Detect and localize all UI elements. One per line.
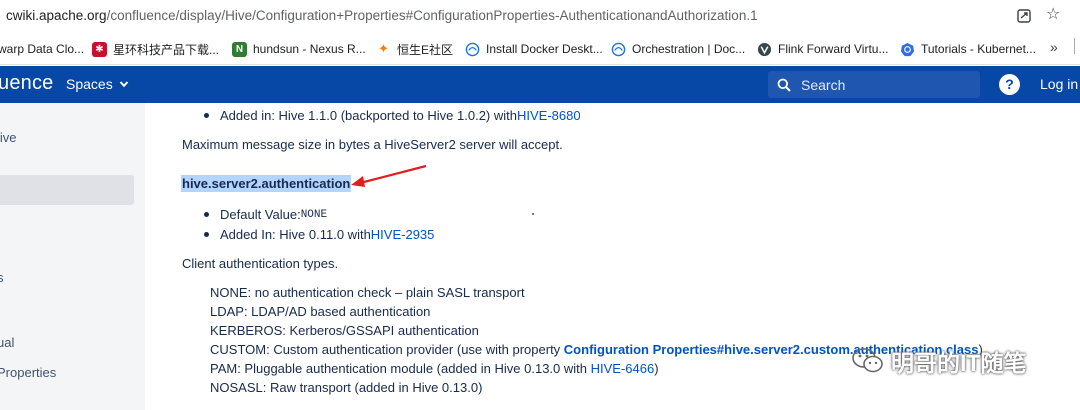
bookmark-label: Tutorials - Kubernet... <box>921 42 1036 56</box>
watermark-text: 明哥的IT随笔 <box>891 350 1027 376</box>
bookmark-label: warp Data Clo... <box>0 42 85 56</box>
globe-icon <box>611 42 626 56</box>
auth-types-description: Client authentication types. <box>182 256 339 271</box>
bullet-icon <box>204 113 209 118</box>
nexus-n-icon: N <box>232 41 247 57</box>
spaces-label: Spaces <box>66 76 113 92</box>
bookmark-item[interactable]: Flink Forward Virtu... <box>757 40 888 58</box>
added-in-text: Added In: Hive 0.11.0 with <box>220 227 371 242</box>
property-name-highlighted: hive.server2.authentication <box>181 175 352 192</box>
max-message-description: Maximum message size in bytes a HiveServ… <box>182 137 563 152</box>
kubernetes-icon <box>900 42 915 56</box>
bookmark-item[interactable]: warp Data Clo... <box>0 40 84 58</box>
list-item: Default Value: NONE <box>204 207 327 222</box>
sidebar-item-space-home[interactable]: live <box>0 130 17 145</box>
bullet-icon <box>204 212 209 217</box>
bookmark-item[interactable]: Tutorials - Kubernet... <box>900 40 1036 58</box>
star-logo-icon: ✱ <box>92 41 107 57</box>
bookmark-label: 星环科技产品下载... <box>113 42 220 57</box>
bookmark-item[interactable]: Install Docker Deskt... <box>465 40 603 58</box>
bullet-icon <box>204 232 209 237</box>
auth-type-kerberos: KERBEROS: Kerberos/GSSAPI authentication <box>210 323 479 338</box>
help-icon[interactable]: ? <box>999 74 1020 95</box>
sidebar-item-manual[interactable]: ual <box>0 335 14 350</box>
added-in-text: Added in: Hive 1.1.0 (backported to Hive… <box>220 108 517 123</box>
more-bookmarks-button[interactable]: » <box>1050 39 1058 55</box>
default-value-label: Default Value: <box>220 207 301 222</box>
url-text[interactable]: cwiki.apache.org/confluence/display/Hive… <box>6 8 758 23</box>
bookmark-item[interactable]: N hundsun - Nexus R... <box>232 40 366 58</box>
bookmark-label: 恒生E社区 <box>397 42 454 57</box>
auth-type-ldap: LDAP: LDAP/AD based authentication <box>210 304 431 319</box>
flink-v-icon <box>757 42 772 56</box>
url-path: /confluence/display/Hive/Configuration+P… <box>106 8 758 23</box>
bookmark-label: Flink Forward Virtu... <box>778 42 889 56</box>
list-item: Added In: Hive 0.11.0 with HIVE-2935 <box>204 227 434 242</box>
bookmarks-divider <box>1074 38 1075 54</box>
bookmark-item[interactable]: ✦ 恒生E社区 <box>376 40 453 58</box>
bookmarks-bar: warp Data Clo... ✱ 星环科技产品下载... N hundsun… <box>0 32 1080 65</box>
sidebar-item-blog[interactable]: s <box>0 270 4 285</box>
pam-prefix: PAM: Pluggable authentication module (ad… <box>210 361 591 376</box>
search-icon <box>777 78 791 92</box>
login-link[interactable]: Log in <box>1040 76 1078 92</box>
custom-prefix: CUSTOM: Custom authentication provider (… <box>210 342 564 357</box>
auth-type-none: NONE: no authentication check – plain SA… <box>210 285 525 300</box>
red-arrow-annotation-icon <box>351 164 427 187</box>
confluence-header: uence Spaces ? Log in <box>0 66 1080 103</box>
chevron-down-icon <box>119 81 128 88</box>
wechat-icon <box>852 348 883 373</box>
bookmark-label: hundsun - Nexus R... <box>253 42 366 56</box>
jira-link-hive-2935[interactable]: HIVE-2935 <box>371 227 435 242</box>
browser-address-bar[interactable]: cwiki.apache.org/confluence/display/Hive… <box>0 0 1080 32</box>
confluence-logo[interactable]: uence <box>0 72 54 95</box>
spaces-menu-button[interactable]: Spaces <box>66 76 129 92</box>
bookmark-item[interactable]: ✱ 星环科技产品下载... <box>92 40 219 58</box>
bookmark-label: Orchestration | Doc... <box>632 42 746 56</box>
sidebar-item-configuration-properties[interactable]: Properties <box>0 365 56 380</box>
jira-link-hive-6466[interactable]: HIVE-6466 <box>591 361 655 376</box>
sidebar-item-active[interactable] <box>0 175 134 205</box>
search-box[interactable] <box>768 71 980 98</box>
bookmark-label: Install Docker Deskt... <box>486 42 603 56</box>
property-heading: hive.server2.authentication <box>181 175 352 192</box>
auth-type-nosasl: NOSASL: Raw transport (added in Hive 0.1… <box>210 380 483 395</box>
auth-type-pam: PAM: Pluggable authentication module (ad… <box>210 361 659 376</box>
url-host: cwiki.apache.org <box>6 8 107 23</box>
globe-icon <box>465 42 480 56</box>
bookmark-item[interactable]: Orchestration | Doc... <box>611 40 745 58</box>
stray-dot <box>532 213 534 215</box>
share-icon[interactable] <box>1016 8 1032 24</box>
bookmark-star-icon[interactable]: ☆ <box>1046 6 1060 24</box>
watermark: 明哥的IT随笔 <box>851 344 1026 378</box>
flame-icon: ✦ <box>378 41 389 56</box>
pam-suffix: ) <box>654 361 659 376</box>
default-value: NONE <box>300 208 328 221</box>
list-item: Added in: Hive 1.1.0 (backported to Hive… <box>204 108 581 123</box>
search-input[interactable] <box>799 75 969 94</box>
jira-link-hive-8680[interactable]: HIVE-8680 <box>517 108 581 123</box>
space-sidebar: live s ual Properties <box>0 103 145 410</box>
page-content: Added in: Hive 1.1.0 (backported to Hive… <box>145 103 1080 410</box>
